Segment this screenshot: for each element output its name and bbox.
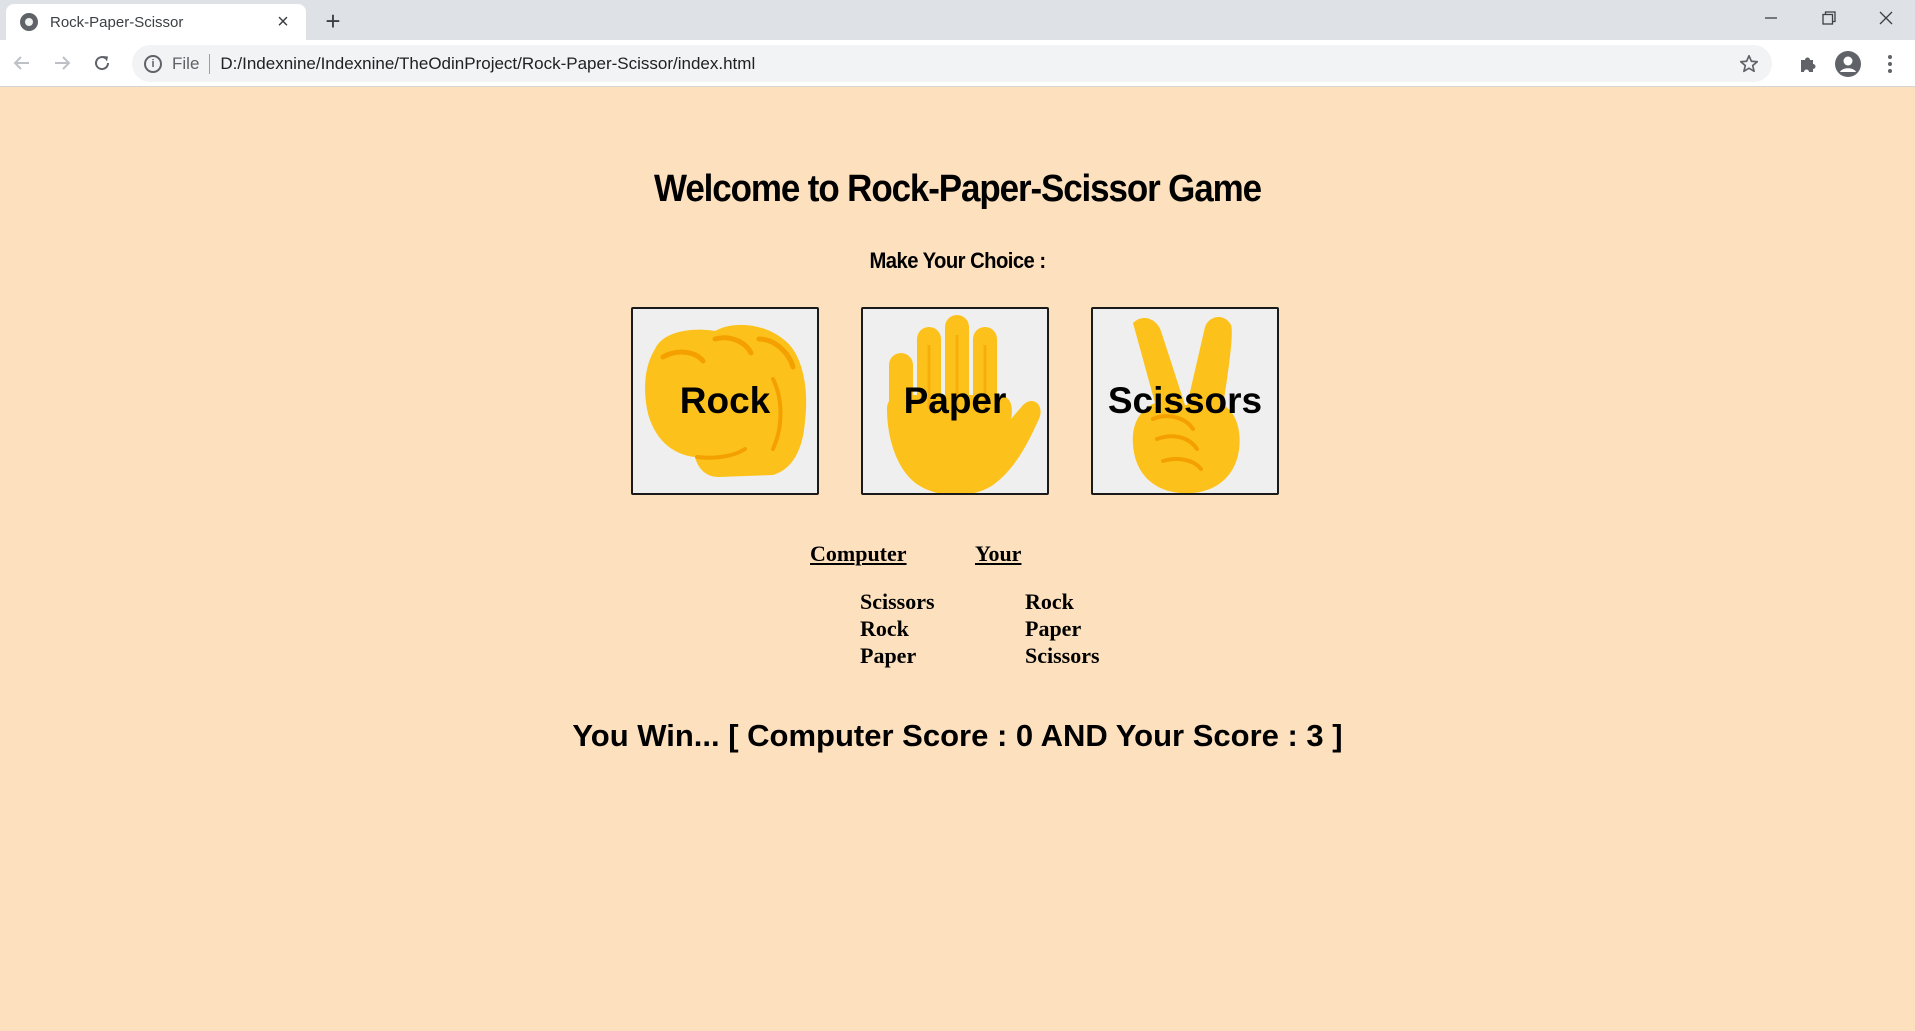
address-bar[interactable]: i File D:/Indexnine/Indexnine/TheOdinPro… xyxy=(132,45,1772,82)
tab-title: Rock-Paper-Scissor xyxy=(50,13,184,31)
window-close-icon[interactable] xyxy=(1858,0,1914,36)
scissors-label: Scissors xyxy=(1107,380,1263,421)
computer-move-2: Rock xyxy=(860,616,909,641)
result-text: You Win... [ Computer Score : 0 AND Your… xyxy=(572,718,1343,753)
your-move-1: Rock xyxy=(1025,589,1074,614)
kebab-menu-icon[interactable] xyxy=(1876,50,1904,78)
close-icon[interactable]: × xyxy=(272,11,294,33)
puzzle-icon[interactable] xyxy=(1794,50,1822,78)
restore-icon[interactable] xyxy=(1801,0,1857,36)
info-icon[interactable]: i xyxy=(144,54,162,73)
globe-icon xyxy=(20,13,38,31)
paper-label: Paper xyxy=(903,380,1007,421)
your-move-3: Scissors xyxy=(1025,643,1100,668)
computer-move-3: Paper xyxy=(860,643,917,668)
your-history-header: Your xyxy=(975,541,1022,566)
arrow-right-icon[interactable] xyxy=(45,46,79,80)
scheme-label: File xyxy=(172,53,200,73)
reload-icon[interactable] xyxy=(85,46,119,80)
account-icon[interactable] xyxy=(1834,50,1862,78)
computer-history-header: Computer xyxy=(810,541,907,566)
choice-prompt: Make Your Choice : xyxy=(869,248,1046,273)
your-move-2: Paper xyxy=(1025,616,1082,641)
url-text[interactable]: D:/Indexnine/Indexnine/TheOdinProject/Ro… xyxy=(220,54,755,74)
arrow-left-icon[interactable] xyxy=(5,46,39,80)
rock-button[interactable]: Rock xyxy=(631,307,819,495)
browser-toolbar: i File D:/Indexnine/Indexnine/TheOdinPro… xyxy=(0,40,1915,87)
plus-icon[interactable]: + xyxy=(318,6,348,36)
page-title: Welcome to Rock-Paper-Scissor Game xyxy=(654,168,1262,210)
page-body: Welcome to Rock-Paper-Scissor Game Make … xyxy=(0,88,1915,1031)
star-icon[interactable] xyxy=(1738,53,1760,75)
browser-tab[interactable]: Rock-Paper-Scissor × xyxy=(6,4,306,40)
rock-label: Rock xyxy=(679,380,771,421)
address-separator xyxy=(209,53,211,74)
paper-button[interactable]: Paper xyxy=(861,307,1049,495)
computer-move-1: Scissors xyxy=(860,589,935,614)
browser-tabstrip: Rock-Paper-Scissor × + xyxy=(0,0,1915,40)
minimize-icon[interactable] xyxy=(1743,0,1799,36)
scissors-button[interactable]: Scissors xyxy=(1091,307,1279,495)
